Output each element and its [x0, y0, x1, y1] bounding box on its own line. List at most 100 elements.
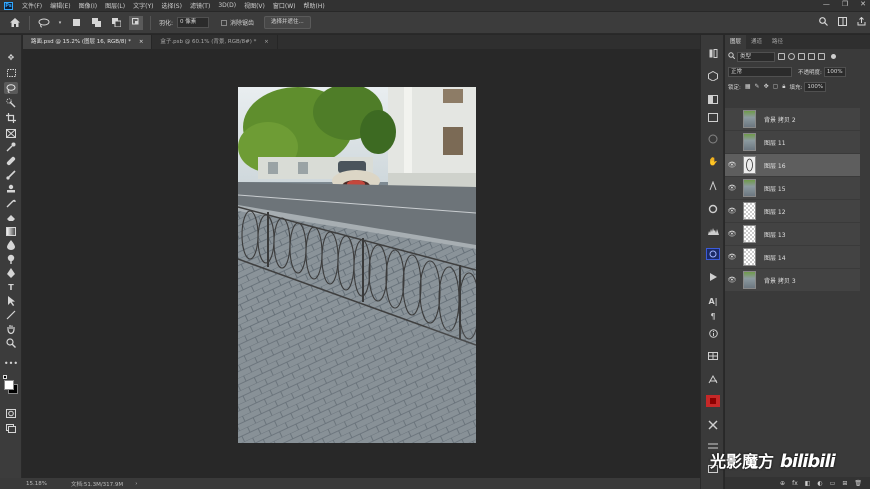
- actions-panel-icon[interactable]: [706, 271, 720, 283]
- layer-row[interactable]: 👁︎ 图层 14: [725, 246, 860, 268]
- table-panel-icon[interactable]: [706, 350, 720, 362]
- quick-select-tool-icon[interactable]: [4, 97, 18, 109]
- move-tool-icon[interactable]: ✥: [4, 51, 18, 63]
- layer-name[interactable]: 背景 拷贝 2: [764, 115, 796, 124]
- marquee-tool-icon[interactable]: [4, 67, 18, 79]
- eye-icon[interactable]: 👁︎: [725, 230, 739, 238]
- lock-artboard-icon[interactable]: ▢: [773, 83, 779, 90]
- zoom-level[interactable]: 15.18%: [26, 481, 47, 487]
- layer-row[interactable]: 👁︎ 图层 12: [725, 200, 860, 222]
- pixel-filter-icon[interactable]: [778, 53, 785, 60]
- hand-tool-icon[interactable]: [4, 323, 18, 335]
- workspace-icon[interactable]: [838, 17, 847, 29]
- menu-3d[interactable]: 3D(D): [214, 2, 240, 9]
- new-selection-icon[interactable]: [69, 16, 83, 30]
- paragraph-panel-icon[interactable]: A|: [706, 295, 720, 307]
- tab-channels[interactable]: 通道: [746, 35, 767, 49]
- type-tool-icon[interactable]: T: [4, 281, 18, 293]
- color-swatches[interactable]: [3, 375, 19, 394]
- close-icon[interactable]: ✕: [860, 0, 866, 8]
- eye-icon[interactable]: 👁︎: [725, 276, 739, 284]
- layer-row[interactable]: 背景 拷贝 2: [725, 108, 860, 130]
- layer-name[interactable]: 图层 12: [764, 207, 786, 216]
- lasso-tool-preset-icon[interactable]: [37, 16, 51, 30]
- tab-close-icon[interactable]: ×: [264, 39, 269, 45]
- layer-row[interactable]: 👁︎ 图层 15: [725, 177, 860, 199]
- menu-select[interactable]: 选择(S): [157, 1, 186, 10]
- filter-kind-select[interactable]: 类型: [737, 51, 775, 62]
- color-panel-icon[interactable]: [706, 395, 720, 407]
- gradient-tool-icon[interactable]: [4, 225, 18, 237]
- canvas-area[interactable]: [23, 49, 700, 478]
- rotate-panel-icon[interactable]: [706, 203, 720, 215]
- more-tools-icon[interactable]: •••: [4, 357, 18, 369]
- quick-mask-icon[interactable]: [4, 407, 18, 419]
- document-canvas[interactable]: [238, 87, 476, 443]
- tab-paths[interactable]: 路径: [767, 35, 788, 49]
- foreground-color-swatch[interactable]: [4, 380, 14, 390]
- search-icon[interactable]: [819, 17, 828, 29]
- type-filter-icon[interactable]: [798, 53, 805, 60]
- layer-row[interactable]: 👁︎ 图层 13: [725, 223, 860, 245]
- layer-row[interactable]: 👁︎ 背景 拷贝 3: [725, 269, 860, 291]
- intersect-selection-icon[interactable]: [129, 15, 143, 30]
- antialias-checkbox[interactable]: [221, 19, 228, 26]
- healing-brush-tool-icon[interactable]: [4, 155, 18, 167]
- eye-icon[interactable]: 👁︎: [725, 253, 739, 261]
- 3d-panel-icon[interactable]: [706, 70, 720, 82]
- menu-edit[interactable]: 编辑(E): [46, 1, 74, 10]
- opacity-input[interactable]: 100%: [823, 66, 846, 77]
- tools-panel-icon[interactable]: [706, 419, 720, 431]
- blend-mode-select[interactable]: 正常: [728, 66, 792, 77]
- lock-position-icon[interactable]: ✥: [764, 83, 769, 90]
- layer-name[interactable]: 图层 13: [764, 230, 786, 239]
- status-menu-arrow[interactable]: ›: [135, 481, 137, 487]
- history-panel-icon[interactable]: [706, 47, 720, 59]
- layer-name[interactable]: 图层 16: [764, 161, 786, 170]
- subtract-selection-icon[interactable]: [109, 16, 123, 30]
- eye-icon[interactable]: 👁︎: [725, 184, 739, 192]
- lock-transparent-icon[interactable]: ▦: [745, 83, 751, 90]
- chevron-down-icon[interactable]: ▾: [57, 16, 63, 30]
- minimize-icon[interactable]: —: [823, 0, 830, 8]
- shape-filter-icon[interactable]: [808, 53, 815, 60]
- lock-image-icon[interactable]: ✎: [755, 83, 760, 90]
- layer-name[interactable]: 图层 15: [764, 184, 786, 193]
- history-brush-tool-icon[interactable]: [4, 197, 18, 209]
- menu-window[interactable]: 窗口(W): [269, 1, 300, 10]
- layer-row[interactable]: 图层 11: [725, 131, 860, 153]
- reset-colors-icon[interactable]: [3, 375, 7, 379]
- dodge-tool-icon[interactable]: [4, 253, 18, 265]
- navigator-panel-icon[interactable]: [706, 248, 720, 260]
- layer-name[interactable]: 背景 拷贝 3: [764, 276, 796, 285]
- add-selection-icon[interactable]: [89, 16, 103, 30]
- line-tool-icon[interactable]: [4, 309, 18, 321]
- eraser-tool-icon[interactable]: [4, 211, 18, 223]
- brush-tool-icon[interactable]: [4, 169, 18, 181]
- zoom-tool-icon[interactable]: [4, 337, 18, 349]
- delete-layer-icon[interactable]: 🗑: [854, 480, 862, 487]
- eye-icon[interactable]: 👁︎: [725, 207, 739, 215]
- eyedropper-tool-icon[interactable]: [4, 141, 18, 153]
- share-icon[interactable]: [857, 16, 866, 29]
- add-mask-icon[interactable]: ◧: [805, 480, 811, 487]
- frame-tool-icon[interactable]: [4, 127, 18, 139]
- lasso-tool-icon[interactable]: [4, 82, 18, 94]
- tab-close-icon[interactable]: ×: [139, 39, 144, 45]
- link-layers-icon[interactable]: ⊕: [780, 480, 785, 487]
- adjustment-filter-icon[interactable]: [788, 53, 795, 60]
- crop-tool-icon[interactable]: [4, 112, 18, 124]
- adjustments-panel-icon[interactable]: [706, 111, 720, 123]
- swatches-panel-icon[interactable]: [706, 93, 720, 105]
- menu-view[interactable]: 视图(V): [240, 1, 269, 10]
- adjustment-layer-icon[interactable]: ◐: [817, 480, 822, 487]
- menu-help[interactable]: 帮助(H): [300, 1, 329, 10]
- select-and-mask-button[interactable]: 选择并遮住...: [264, 16, 311, 29]
- restore-icon[interactable]: ❐: [842, 0, 848, 8]
- layer-name[interactable]: 图层 14: [764, 253, 786, 262]
- eye-icon[interactable]: 👁︎: [725, 161, 739, 169]
- menu-file[interactable]: 文件(F): [18, 1, 46, 10]
- blur-tool-icon[interactable]: [4, 239, 18, 251]
- pen-tool-icon[interactable]: [4, 267, 18, 279]
- home-icon[interactable]: [8, 16, 22, 30]
